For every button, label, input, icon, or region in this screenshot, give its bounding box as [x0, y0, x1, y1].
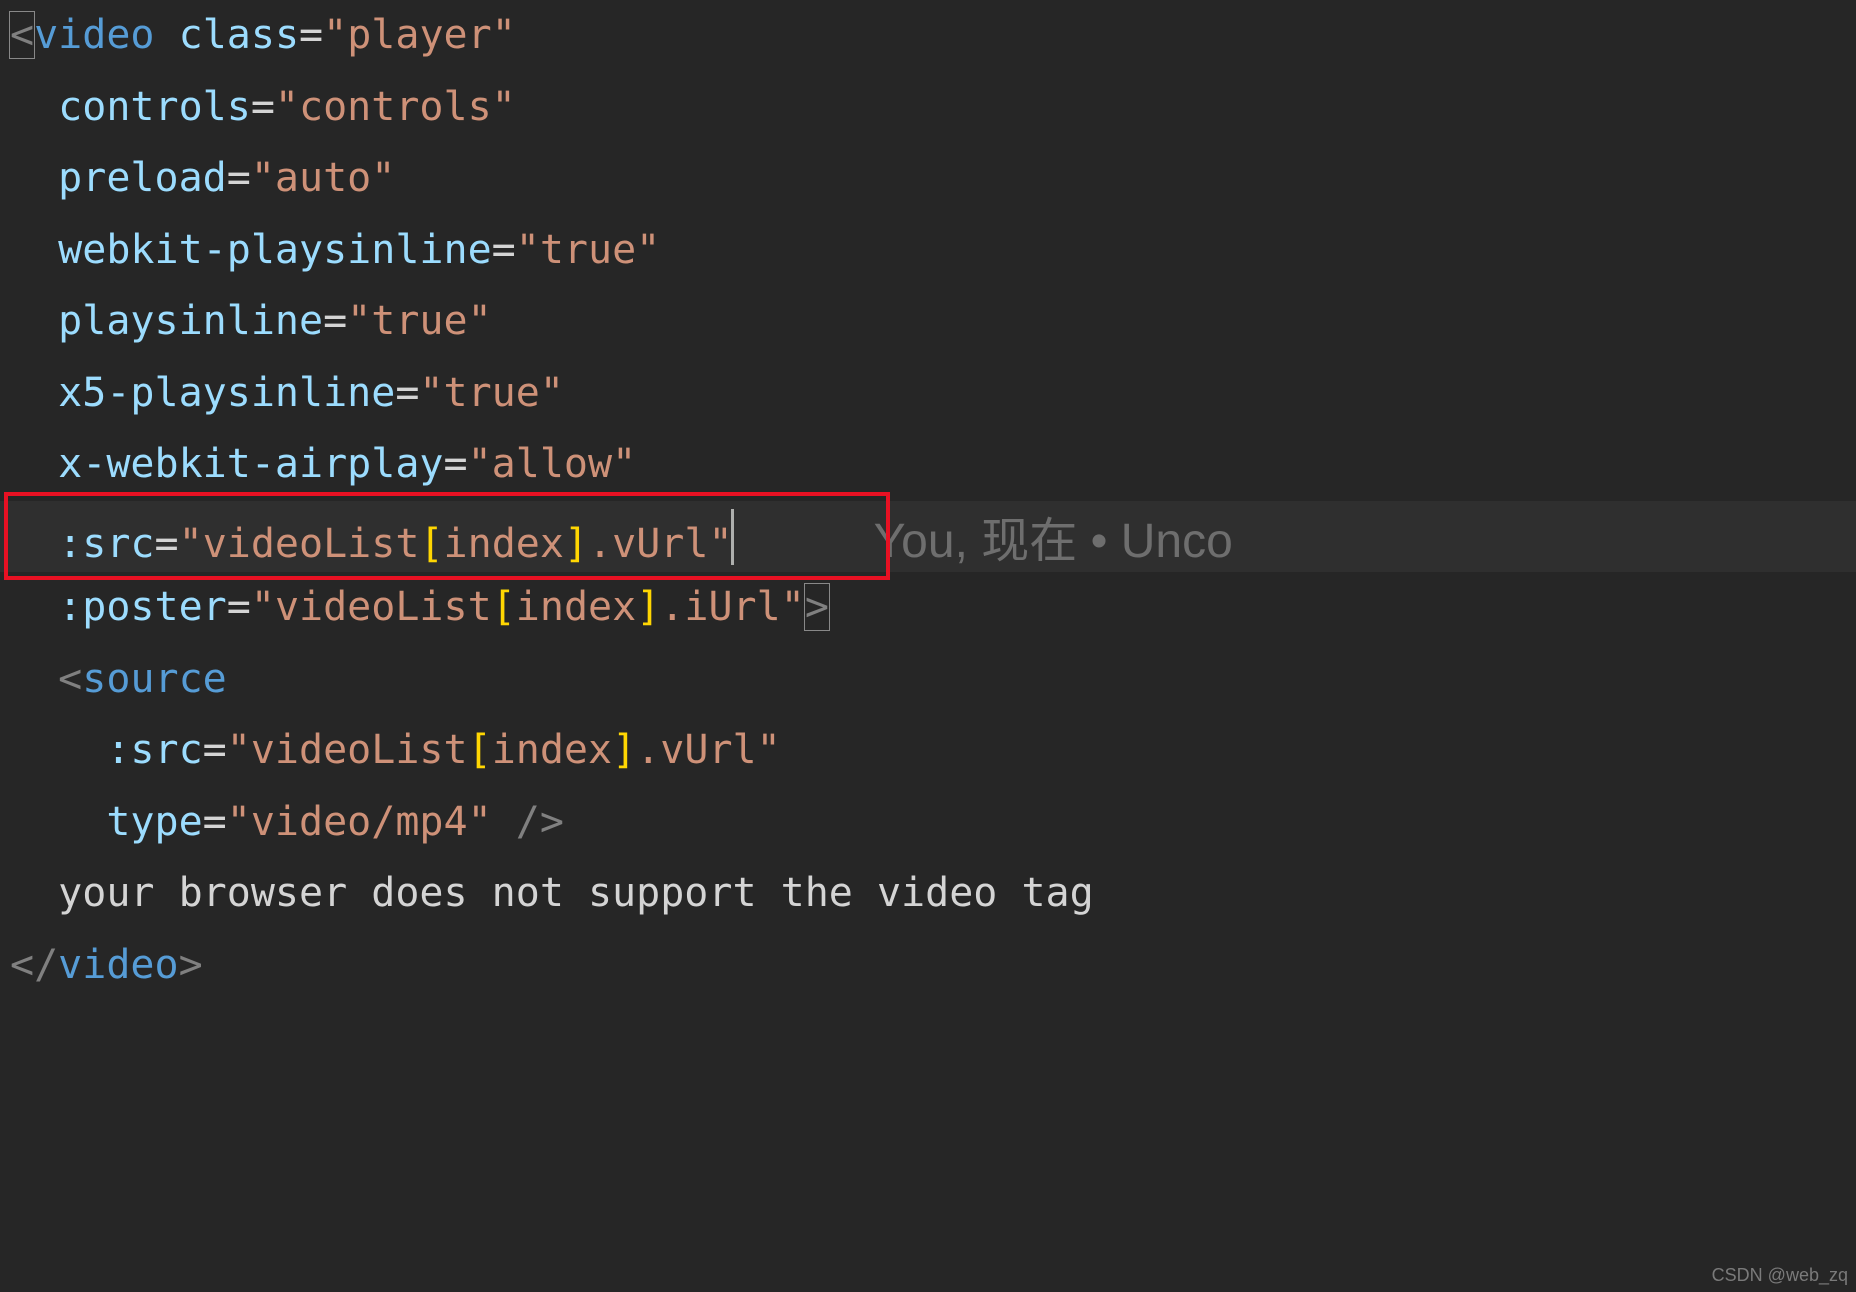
bullet-icon: • [1091, 515, 1108, 568]
blame-when: 现在 [981, 515, 1077, 568]
code-line[interactable]: your browser does not support the video … [0, 858, 1856, 930]
attr-class: class [179, 12, 299, 58]
angle-bracket-open: < [10, 12, 34, 58]
code-line[interactable]: webkit-playsinline="true" [0, 215, 1856, 287]
string-quote: " [251, 584, 275, 630]
text-cursor [731, 509, 734, 565]
bracket-open-icon: [ [419, 521, 443, 567]
expr-member: .vUrl [588, 521, 708, 567]
angle-bracket-close: > [179, 942, 203, 988]
expr-index: index [444, 521, 564, 567]
code-line[interactable]: preload="auto" [0, 143, 1856, 215]
attr-type: type [106, 799, 202, 845]
attr-src-bind: :src [58, 521, 154, 567]
angle-bracket-close: > [805, 584, 829, 630]
blame-author: You [874, 515, 955, 568]
bracket-close-icon: ] [612, 727, 636, 773]
attr-x-webkit-airplay: x-webkit-airplay [58, 441, 443, 487]
equals-sign: = [492, 227, 516, 273]
equals-sign: = [227, 584, 251, 630]
code-line[interactable]: </video> [0, 930, 1856, 1002]
bracket-open-icon: [ [468, 727, 492, 773]
string-literal: "player" [323, 12, 516, 58]
attr-webkit-playsinline: webkit-playsinline [58, 227, 491, 273]
self-close-bracket: /> [492, 799, 564, 845]
string-literal: "true" [347, 298, 492, 344]
bracket-close-icon: ] [564, 521, 588, 567]
equals-sign: = [299, 12, 323, 58]
equals-sign: = [251, 84, 275, 130]
tag-video: video [34, 12, 154, 58]
code-line[interactable]: <video class="player" [0, 0, 1856, 72]
equals-sign: = [323, 298, 347, 344]
equals-sign: = [443, 441, 467, 487]
code-line[interactable]: x-webkit-airplay="allow" [0, 429, 1856, 501]
expr-identifier: videoList [275, 584, 492, 630]
attr-x5-playsinline: x5-playsinline [58, 370, 395, 416]
string-literal: "true" [419, 370, 564, 416]
blame-sep: , [955, 515, 968, 568]
code-line[interactable]: :poster="videoList[index].iUrl"> [0, 572, 1856, 644]
expr-member: .vUrl [636, 727, 756, 773]
code-line[interactable]: controls="controls" [0, 72, 1856, 144]
string-literal: "allow" [468, 441, 637, 487]
bracket-close-icon: ] [636, 584, 660, 630]
expr-identifier: videoList [251, 727, 468, 773]
expr-member: .iUrl [660, 584, 780, 630]
code-line[interactable]: <source [0, 644, 1856, 716]
angle-bracket-open: < [58, 656, 82, 702]
angle-bracket-close-tag: </ [10, 942, 58, 988]
expr-index: index [516, 584, 636, 630]
equals-sign: = [203, 799, 227, 845]
code-line[interactable]: x5-playsinline="true" [0, 358, 1856, 430]
string-quote: " [227, 727, 251, 773]
code-line[interactable]: :src="videoList[index].vUrl" [0, 715, 1856, 787]
watermark: CSDN @web_zq [1712, 1265, 1848, 1286]
attr-preload: preload [58, 155, 227, 201]
string-quote: " [179, 521, 203, 567]
fallback-text: your browser does not support the video … [58, 870, 1094, 916]
code-line[interactable]: type="video/mp4" /> [0, 787, 1856, 859]
attr-controls: controls [58, 84, 251, 130]
tag-video-close: video [58, 942, 178, 988]
code-line[interactable]: playsinline="true" [0, 286, 1856, 358]
bracket-open-icon: [ [492, 584, 516, 630]
string-quote: " [781, 584, 805, 630]
tag-source: source [82, 656, 227, 702]
string-literal: "true" [516, 227, 661, 273]
equals-sign: = [227, 155, 251, 201]
string-literal: "auto" [251, 155, 396, 201]
equals-sign: = [395, 370, 419, 416]
attr-poster-bind: :poster [58, 584, 227, 630]
string-literal: "controls" [275, 84, 516, 130]
string-literal: "video/mp4" [227, 799, 492, 845]
code-line-current[interactable]: :src="videoList[index].vUrl"You, 现在 • Un… [0, 501, 1856, 573]
expr-index: index [492, 727, 612, 773]
attr-playsinline: playsinline [58, 298, 323, 344]
attr-src-bind: :src [106, 727, 202, 773]
code-editor[interactable]: <video class="player" controls="controls… [0, 0, 1856, 1001]
equals-sign: = [203, 727, 227, 773]
string-quote: " [708, 521, 732, 567]
git-blame-inline[interactable]: You, 现在 • Unco [874, 515, 1233, 568]
equals-sign: = [155, 521, 179, 567]
string-quote: " [757, 727, 781, 773]
expr-identifier: videoList [203, 521, 420, 567]
blame-status: Unco [1121, 515, 1233, 568]
